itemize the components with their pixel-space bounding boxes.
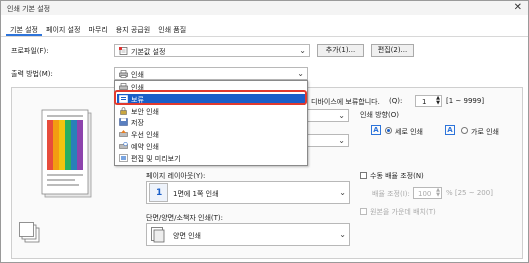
printer-icon <box>119 70 128 78</box>
dropdown-item-save[interactable]: 저장 <box>117 117 305 128</box>
chevron-down-icon: ⌄ <box>339 188 346 197</box>
dropdown-item-scheduled-print[interactable]: 예약 인쇄 <box>117 141 305 152</box>
manual-scaling-checkbox[interactable] <box>360 172 367 179</box>
landscape-label: 가로 인쇄 <box>471 128 499 136</box>
zoom-label: 배율 조정(I): <box>372 190 410 198</box>
output-method-value: 인쇄 <box>131 71 144 79</box>
spin-arrows-icon[interactable]: ▲ ▼ <box>436 96 440 106</box>
tab-finishing[interactable]: 마무리 <box>84 23 111 36</box>
portrait-radio[interactable] <box>385 127 392 134</box>
print-preferences-window: 인쇄 기본 설정 ✕ 기본 설정 페이지 설정 마무리 용지 공급원 인쇄 품질… <box>0 0 529 263</box>
copies-label: (Q): <box>389 97 403 105</box>
page-layout-select[interactable]: 1 1면에 1쪽 인쇄 ⌄ <box>146 181 350 204</box>
orientation-label: 인쇄 방향(O) <box>360 111 399 119</box>
dropdown-item-secure-print[interactable]: 보안 인쇄 <box>117 106 305 117</box>
spin-arrows-icon[interactable]: ▲ ▼ <box>436 188 440 198</box>
profile-select[interactable]: 기본값 설정 ⌄ <box>114 44 310 57</box>
landscape-icon: A <box>445 125 455 135</box>
center-original-checkbox[interactable] <box>360 208 367 215</box>
title-bar: 인쇄 기본 설정 ✕ <box>1 1 528 15</box>
profile-icon <box>119 47 128 55</box>
profile-label: 프로파일(F): <box>11 47 49 55</box>
portrait-label: 세로 인쇄 <box>395 128 423 136</box>
zoom-range: % [25 ~ 200] <box>446 189 493 197</box>
priority-icon <box>119 130 128 137</box>
edit-profile-button[interactable]: 편집(2)... <box>371 44 414 57</box>
schedule-icon <box>119 142 128 149</box>
portrait-icon: A <box>371 125 381 135</box>
copies-range: [1 ~ 9999] <box>446 97 485 105</box>
manual-scaling-label: 수동 배율 조정(N) <box>370 172 424 180</box>
chevron-down-icon: ⌄ <box>299 46 306 55</box>
tab-print-quality[interactable]: 인쇄 품질 <box>154 23 190 36</box>
profile-value: 기본값 설정 <box>131 48 166 56</box>
duplex-value: 양면 인쇄 <box>173 232 201 240</box>
duplex-label: 단면/양면/소책자 인쇄(T): <box>146 214 223 222</box>
highlight-box <box>114 90 307 105</box>
dropdown-item-edit-preview[interactable]: 편집 및 미리보기 <box>117 153 305 164</box>
center-original-label: 원본을 가운데 배치(T) <box>370 208 436 216</box>
add-profile-button[interactable]: 추가(1)... <box>317 44 364 57</box>
preview-icon <box>119 154 128 162</box>
window-title: 인쇄 기본 설정 <box>7 5 51 13</box>
save-icon <box>119 118 128 126</box>
page-preview-image <box>41 109 92 198</box>
close-icon[interactable]: ✕ <box>514 2 522 13</box>
tab-bar: 기본 설정 페이지 설정 마무리 용지 공급원 인쇄 품질 <box>6 23 190 36</box>
paper-type-select[interactable]: ⌄ <box>307 134 349 147</box>
duplex-select[interactable]: 양면 인쇄 ⌄ <box>146 223 350 246</box>
page-layout-label: 페이지 레이아웃(Y): <box>146 172 206 180</box>
dropdown-item-priority-print[interactable]: 우선 인쇄 <box>117 129 305 140</box>
chevron-down-icon: ⌄ <box>338 111 345 120</box>
chevron-down-icon: ⌄ <box>297 69 304 78</box>
tab-basic-settings[interactable]: 기본 설정 <box>6 23 42 36</box>
collate-icon <box>19 222 40 243</box>
duplex-icon <box>151 227 165 243</box>
tab-page-setup[interactable]: 페이지 설정 <box>42 23 84 36</box>
lock-icon <box>120 107 127 115</box>
zoom-value: 100 <box>418 190 432 198</box>
output-method-select[interactable]: 인쇄 ⌄ <box>114 67 308 80</box>
output-method-label: 출력 방법(M): <box>11 70 53 78</box>
copies-value: 1 <box>422 98 427 106</box>
tab-paper-source[interactable]: 용지 공급원 <box>112 23 154 36</box>
page-layout-icon: 1 <box>149 183 168 202</box>
hold-notice: 디바이스에 보류합니다. <box>311 98 380 106</box>
chevron-down-icon: ⌄ <box>338 136 345 145</box>
zoom-input[interactable]: 100 ▲ ▼ <box>413 187 442 199</box>
paper-size-select[interactable]: ⌄ <box>307 109 349 122</box>
landscape-radio[interactable] <box>461 127 468 134</box>
tab-divider <box>1 36 528 37</box>
chevron-down-icon: ⌄ <box>339 230 346 239</box>
copies-input[interactable]: 1 ▲ ▼ <box>415 95 442 107</box>
page-layout-value: 1면에 1쪽 인쇄 <box>173 190 219 198</box>
